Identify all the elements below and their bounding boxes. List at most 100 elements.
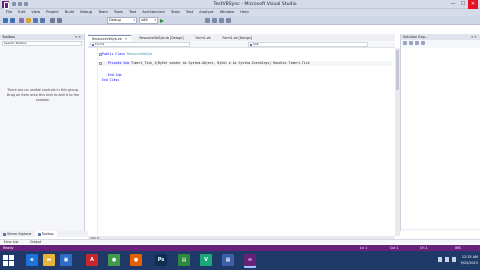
icon-glyph: A [90, 257, 94, 263]
menu-edit[interactable]: Edit [15, 9, 28, 16]
app-icon-2[interactable]: ▦ [222, 254, 234, 266]
start-button[interactable] [3, 255, 14, 266]
window-title: TestVBSync - Microsoft Visual Studio [213, 2, 297, 7]
menu-debug[interactable]: Debug [77, 9, 95, 16]
redo-icon[interactable] [57, 18, 62, 23]
visual-studio-icon[interactable]: ∞ [244, 254, 256, 266]
code-editor[interactable]: Public Class ResourceVbSyb Private Sub T… [88, 48, 395, 236]
comment-icon[interactable] [212, 18, 217, 23]
start-button[interactable] [160, 18, 164, 23]
menu-build[interactable]: Build [62, 9, 77, 16]
menu-tools-2[interactable]: Tools [168, 9, 183, 16]
tab-label: Toolbox [41, 232, 54, 236]
uncomment-icon[interactable] [219, 18, 224, 23]
save-icon[interactable] [12, 2, 16, 6]
solution-explorer-title: Solution Exp... [403, 35, 429, 39]
undo-icon[interactable] [50, 18, 55, 23]
code-navigation-bar: Form1 Sub [88, 41, 395, 48]
menu-view[interactable]: View [28, 9, 43, 16]
class-icon [92, 43, 94, 46]
battery-icon[interactable] [452, 257, 456, 262]
acrobat-icon[interactable]: A [86, 254, 98, 266]
save-icon[interactable] [33, 18, 38, 23]
ie-icon[interactable]: e [26, 254, 38, 266]
scroll-thumb[interactable] [396, 50, 399, 90]
photoshop-icon[interactable]: Ps [155, 254, 167, 266]
close-button[interactable]: ✕ [468, 0, 478, 9]
minimize-button[interactable]: — [448, 0, 458, 9]
member-dropdown-value: Sub [253, 42, 259, 46]
volume-icon[interactable] [445, 257, 449, 262]
find-icon[interactable] [205, 18, 210, 23]
new-project-icon[interactable] [19, 18, 24, 23]
forward-icon[interactable] [10, 18, 15, 23]
menu-file[interactable]: File [3, 9, 15, 16]
menu-help[interactable]: Help [237, 9, 251, 16]
open-file-icon[interactable] [26, 18, 31, 23]
network-icon[interactable] [438, 257, 442, 262]
menu-team[interactable]: Team [95, 9, 111, 16]
solution-explorer-tree[interactable] [401, 48, 480, 228]
menu-test[interactable]: Test [126, 9, 139, 16]
menu-tools[interactable]: Tools [111, 9, 126, 16]
file-explorer-icon[interactable]: ▬ [43, 254, 55, 266]
menu-test-2[interactable]: Test [183, 9, 196, 16]
solution-explorer-toolbar [403, 41, 479, 46]
collapse-icon[interactable] [99, 62, 102, 65]
vine-icon[interactable]: V [200, 254, 212, 266]
chevron-down-icon: ▾ [154, 18, 156, 22]
tab-toolbox[interactable]: Toolbox [34, 231, 57, 237]
member-dropdown[interactable]: Sub [248, 42, 368, 47]
tab-error-list[interactable]: Error List [4, 240, 18, 244]
method-icon [250, 43, 252, 46]
solution-configuration-select[interactable]: Debug ▾ [107, 17, 137, 24]
undo-icon[interactable] [18, 2, 22, 6]
tab-server-explorer[interactable]: Server Explorer [0, 231, 35, 237]
solution-configuration-value: Debug [109, 18, 121, 22]
toolbox-search-input[interactable]: Search Toolbox [2, 41, 82, 46]
properties-icon[interactable] [421, 41, 425, 45]
menu-window[interactable]: Window [217, 9, 238, 16]
pin-icon[interactable]: ▾ ✕ [471, 34, 477, 40]
windows-logo-icon [9, 255, 14, 260]
icon-glyph: V [204, 257, 208, 263]
chrome-icon[interactable]: ● [108, 254, 120, 266]
firefox-icon[interactable]: ● [130, 254, 142, 266]
home-icon[interactable] [403, 41, 407, 45]
icon-glyph: ▬ [46, 257, 52, 263]
save-all-icon[interactable] [40, 18, 45, 23]
bookmark-icon[interactable] [226, 18, 231, 23]
sync-icon[interactable] [409, 41, 413, 45]
redo-icon[interactable] [24, 2, 28, 6]
windows-logo-icon [3, 261, 8, 266]
toolbox-header: Toolbox ▾ ✕ [0, 34, 84, 40]
solution-platform-select[interactable]: x86 ▾ [139, 17, 158, 24]
maximize-button[interactable]: ☐ [458, 0, 468, 9]
store-icon[interactable]: ▣ [60, 254, 72, 266]
document-tabs: ResourceVbSyb.vb ✕ ResourceVbSyb.vb [Desi… [88, 34, 395, 41]
tab-output[interactable]: Output [30, 240, 41, 244]
icon-glyph: e [30, 257, 34, 263]
icon-glyph: ● [133, 257, 139, 263]
type-token: ResourceVbSyb [125, 52, 152, 56]
refresh-icon[interactable] [415, 41, 419, 45]
back-icon[interactable] [3, 18, 8, 23]
taskbar-clock[interactable]: 12:35 AM 9/25/2015 [457, 254, 478, 266]
menu-analyze[interactable]: Analyze [196, 9, 217, 16]
code-line-class: Public Class ResourceVbSyb [102, 52, 152, 57]
tab-label: ResourceVbSyb.vb [Design] [139, 36, 184, 40]
toolbox-icon [37, 232, 41, 236]
pin-icon[interactable]: ▾ ✕ [75, 34, 81, 40]
windows-taskbar: e ▬ ▣ A ● ● Ps ▤ V ▦ ∞ 12:35 AM 9/25/201… [0, 251, 480, 270]
icon-glyph: ▦ [225, 257, 231, 263]
class-dropdown[interactable]: Form1 [90, 42, 190, 47]
app-icon-green[interactable]: ▤ [178, 254, 190, 266]
system-tray [438, 257, 456, 262]
keyword-token: Private Sub [108, 61, 130, 65]
windows-logo-icon [3, 255, 8, 260]
menu-architecture[interactable]: Architecture [139, 9, 168, 16]
tab-label: Server Explorer [7, 232, 32, 236]
menu-project[interactable]: Project [43, 9, 62, 16]
output-strip: Error List Output [0, 239, 480, 244]
standard-toolbar: Debug ▾ x86 ▾ [0, 16, 480, 25]
